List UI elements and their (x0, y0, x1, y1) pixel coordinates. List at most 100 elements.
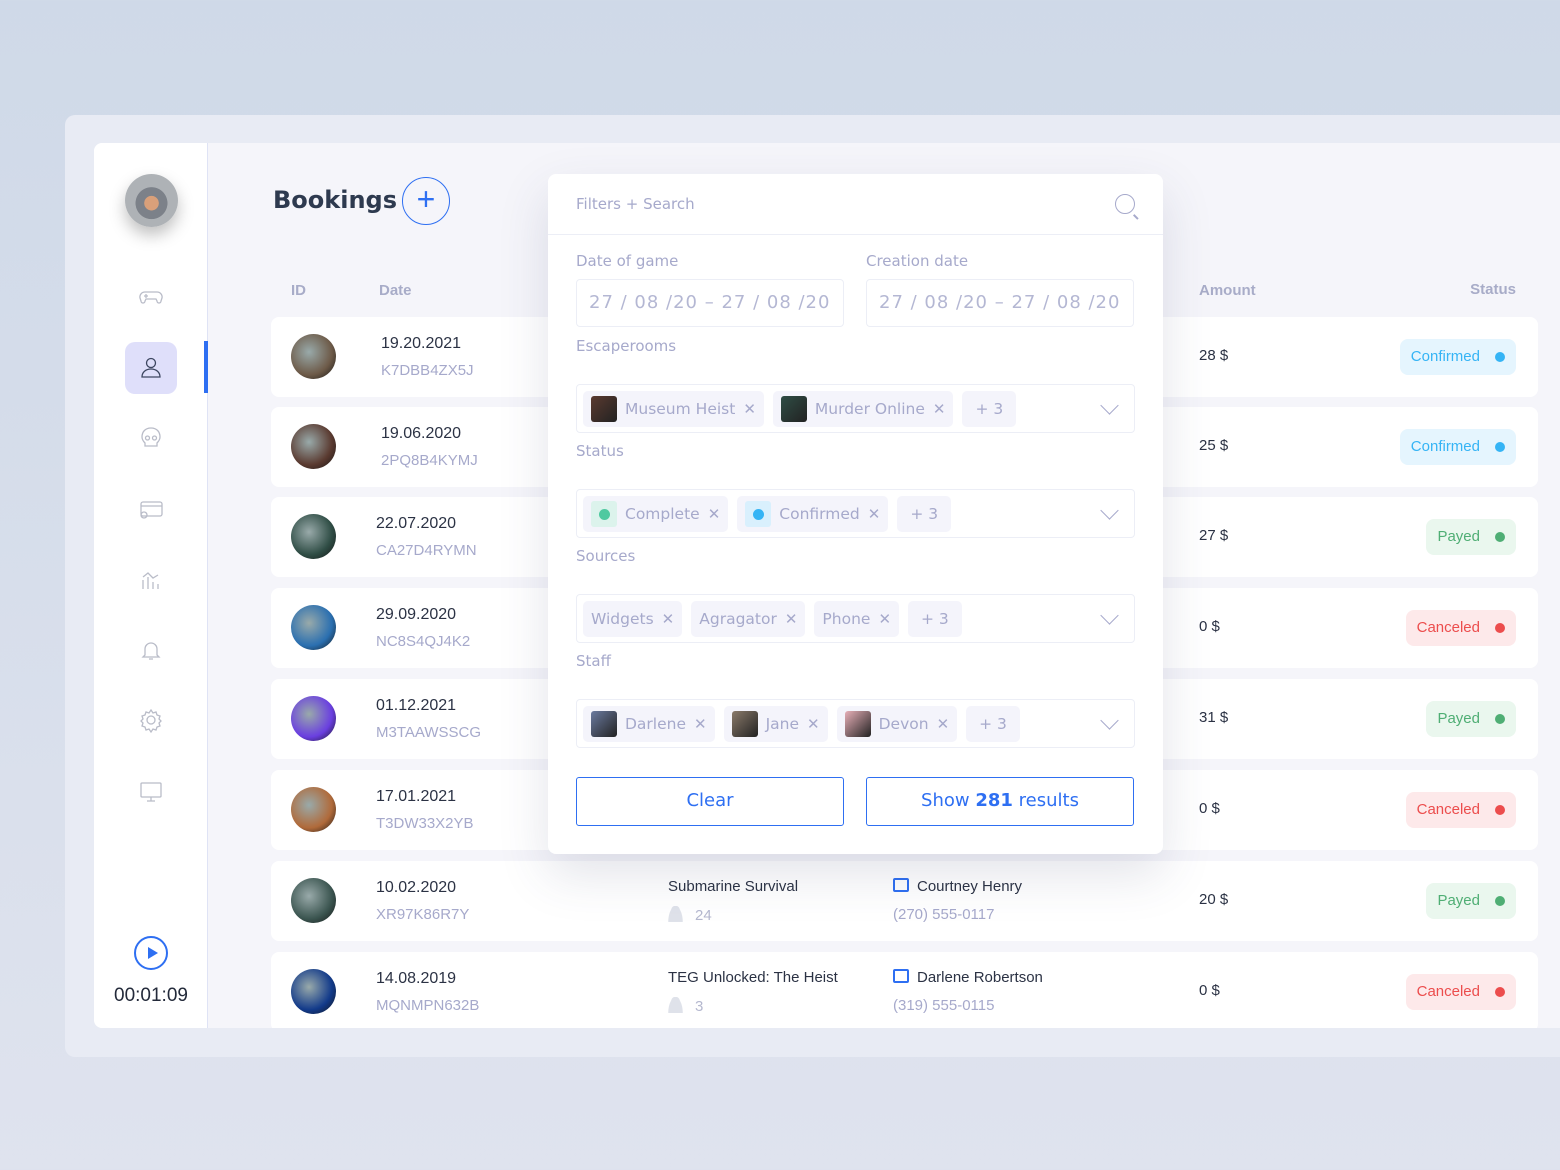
filter-chip[interactable]: Jane ✕ (723, 706, 828, 742)
more-chip[interactable]: + 3 (908, 601, 962, 637)
amount: 0 $ (1199, 982, 1220, 999)
players-count: 24 (695, 907, 712, 924)
booking-id[interactable]: XR97K86R7Y (376, 906, 469, 923)
close-icon[interactable]: ✕ (807, 715, 820, 733)
staff-select[interactable]: Darlene ✕ Jane ✕ Devon ✕ + 3 (576, 699, 1135, 748)
filter-chip[interactable]: Complete ✕ (583, 496, 729, 532)
filter-chip[interactable]: Darlene ✕ (583, 706, 715, 742)
sidebar-item-gamepad[interactable] (125, 271, 177, 323)
table-row[interactable]: 10.02.2020 XR97K86R7Y Submarine Survival 24… (271, 861, 1538, 941)
search-icon[interactable] (1115, 194, 1135, 214)
play-button[interactable] (134, 936, 168, 970)
sidebar-item-gear[interactable] (125, 694, 177, 746)
booking-id[interactable]: CA27D4RYMN (376, 542, 477, 559)
sidebar-item-monitor[interactable] (125, 765, 177, 817)
room-name: Submarine Survival (668, 878, 799, 895)
chevron-down-icon[interactable] (1100, 396, 1119, 415)
booking-id[interactable]: M3TAAWSSCG (376, 724, 481, 741)
sidebar-item-skull[interactable] (125, 412, 177, 464)
date-of-game-input[interactable]: 27 / 08 /20 – 27 / 08 /20 (576, 279, 844, 327)
filter-search[interactable]: Filters + Search (548, 174, 1163, 235)
chip-label: Murder Online (814, 400, 925, 418)
room-thumbnail (291, 424, 336, 469)
more-chip[interactable]: + 3 (966, 706, 1020, 742)
sidebar-item-analytics[interactable] (125, 553, 177, 605)
booking-id[interactable]: NC8S4QJ4K2 (376, 633, 470, 650)
status-badge[interactable]: Confirmed (1399, 429, 1516, 465)
close-icon[interactable]: ✕ (662, 610, 675, 628)
chip-image (591, 711, 617, 737)
close-icon[interactable]: ✕ (937, 715, 950, 733)
close-icon[interactable]: ✕ (785, 610, 798, 628)
chip-label: Jane (765, 715, 800, 733)
booking-id[interactable]: T3DW33X2YB (376, 815, 474, 832)
show-results-button[interactable]: Show 281 results (866, 777, 1134, 826)
sources-label: Sources (576, 547, 636, 565)
booking-id[interactable]: K7DBB4ZX5J (381, 362, 474, 379)
escaperooms-select[interactable]: Museum Heist ✕ Murder Online ✕ + 3 (576, 384, 1135, 433)
column-header-status[interactable]: Status (1470, 281, 1516, 298)
chevron-down-icon[interactable] (1100, 501, 1119, 520)
column-header-date[interactable]: Date (379, 282, 412, 299)
chevron-down-icon[interactable] (1100, 606, 1119, 625)
creation-date-input[interactable]: 27 / 08 /20 – 27 / 08 /20 (866, 279, 1134, 327)
status-badge[interactable]: Payed (1426, 701, 1516, 737)
clear-button[interactable]: Clear (576, 777, 844, 826)
close-icon[interactable]: ✕ (868, 505, 881, 523)
add-booking-button[interactable]: + (402, 177, 450, 225)
booking-date: 01.12.2021 (376, 697, 457, 714)
booking-date: 19.06.2020 (381, 425, 462, 442)
close-icon[interactable]: ✕ (933, 400, 946, 418)
chevron-down-icon[interactable] (1100, 711, 1119, 730)
sidebar-item-user[interactable] (125, 341, 177, 394)
filter-chip[interactable]: Agragator ✕ (691, 601, 806, 637)
status-badge[interactable]: Canceled (1405, 610, 1516, 646)
close-icon[interactable]: ✕ (694, 715, 707, 733)
status-badge[interactable]: Canceled (1405, 792, 1516, 828)
players-count: 3 (695, 998, 704, 1015)
sources-select[interactable]: Widgets ✕ Agragator ✕ Phone ✕ + 3 (576, 594, 1135, 643)
results-count: 281 (975, 790, 1013, 811)
status-badge[interactable]: Canceled (1405, 974, 1516, 1010)
logo-avatar[interactable] (125, 174, 178, 227)
status-badge[interactable]: Confirmed (1399, 339, 1516, 375)
status-badge[interactable]: Payed (1426, 519, 1516, 555)
booking-id[interactable]: MQNMPN632B (376, 997, 479, 1014)
close-icon[interactable]: ✕ (878, 610, 891, 628)
staff-label: Staff (576, 652, 611, 670)
more-chip[interactable]: + 3 (962, 391, 1017, 427)
column-header-amount[interactable]: Amount (1199, 282, 1256, 299)
status-select[interactable]: Complete ✕ Confirmed ✕ + 3 (576, 489, 1135, 538)
filter-chip[interactable]: Murder Online ✕ (772, 391, 954, 427)
staff-name[interactable]: Darlene Robertson (917, 969, 1043, 986)
chip-label: Devon (878, 715, 929, 733)
staff-name[interactable]: Courtney Henry (917, 878, 1022, 895)
close-icon[interactable]: ✕ (743, 400, 756, 418)
booking-id[interactable]: 2PQ8B4KYMJ (381, 452, 478, 469)
filter-chip[interactable]: Museum Heist ✕ (583, 391, 764, 427)
filter-chip[interactable]: Confirmed ✕ (737, 496, 889, 532)
filter-chip[interactable]: Widgets ✕ (583, 601, 683, 637)
status-dot-icon (745, 501, 772, 527)
external-link-icon[interactable] (893, 969, 909, 983)
external-link-icon[interactable] (893, 878, 909, 892)
sidebar-item-bell[interactable] (125, 624, 177, 676)
show-prefix: Show (921, 790, 976, 811)
status-label: Status (576, 442, 624, 460)
more-chip[interactable]: + 3 (897, 496, 952, 532)
filter-chip[interactable]: Phone ✕ (814, 601, 900, 637)
column-header-id[interactable]: ID (291, 282, 306, 299)
gamepad-icon (139, 291, 163, 304)
user-icon (141, 357, 161, 378)
escaperooms-label: Escaperooms (576, 337, 677, 355)
sidebar: 00:01:09 (94, 143, 208, 1028)
creation-date-label: Creation date (866, 252, 969, 270)
sidebar-item-payment-card[interactable] (125, 483, 177, 535)
status-badge[interactable]: Payed (1426, 883, 1516, 919)
table-row[interactable]: 14.08.2019 MQNMPN632B TEG Unlocked: The He… (271, 952, 1538, 1028)
staff-phone: (270) 555-0117 (893, 906, 995, 923)
monitor-icon (140, 781, 162, 802)
close-icon[interactable]: ✕ (708, 505, 721, 523)
filter-chip[interactable]: Devon ✕ (836, 706, 958, 742)
filter-panel: Filters + Search Date of game Creation d… (548, 174, 1163, 854)
